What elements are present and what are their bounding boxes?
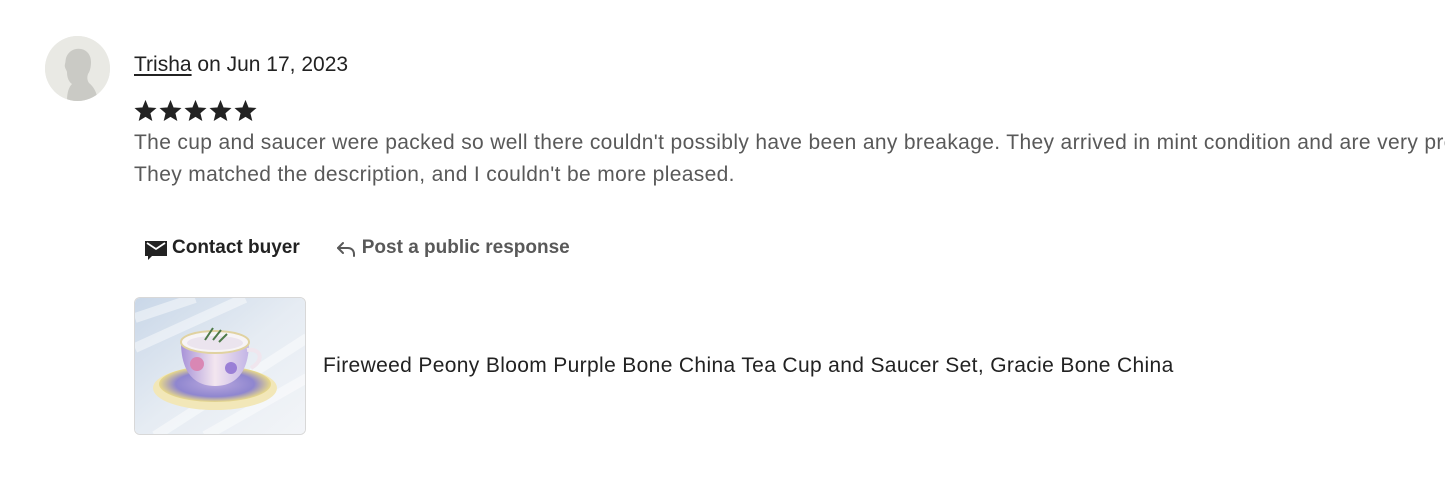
review-text-line: They matched the description, and I coul…: [134, 163, 735, 186]
post-public-response-label: Post a public response: [361, 237, 570, 258]
reviewed-listing: Fireweed Peony Bloom Purple Bone China T…: [134, 297, 1174, 435]
star-icon: [184, 99, 207, 122]
listing-thumbnail[interactable]: [134, 297, 306, 435]
star-icon: [134, 99, 157, 122]
default-avatar-icon: [45, 36, 110, 101]
review-card: Trisha on Jun 17, 2023 The cup and sauce…: [0, 0, 1445, 495]
star-icon: [159, 99, 182, 122]
review-byline: Trisha on Jun 17, 2023: [134, 52, 348, 78]
reviewer-avatar[interactable]: [45, 36, 110, 101]
review-date: on Jun 17, 2023: [197, 53, 349, 76]
reply-arrow-icon: [334, 236, 358, 260]
star-icon: [234, 99, 257, 122]
listing-title-link[interactable]: Fireweed Peony Bloom Purple Bone China T…: [323, 354, 1174, 378]
envelope-icon: [144, 236, 168, 260]
star-rating: [134, 98, 257, 126]
star-icon: [209, 99, 232, 122]
contact-buyer-label: Contact buyer: [172, 237, 300, 258]
review-text-line: The cup and saucer were packed so well t…: [134, 131, 1445, 154]
review-text: The cup and saucer were packed so well t…: [134, 127, 1445, 191]
reviewer-name-link[interactable]: Trisha: [134, 53, 192, 76]
review-actions: Contact buyer Post a public response: [134, 226, 580, 270]
contact-buyer-button[interactable]: Contact buyer: [134, 226, 310, 270]
post-public-response-button[interactable]: Post a public response: [324, 226, 580, 270]
